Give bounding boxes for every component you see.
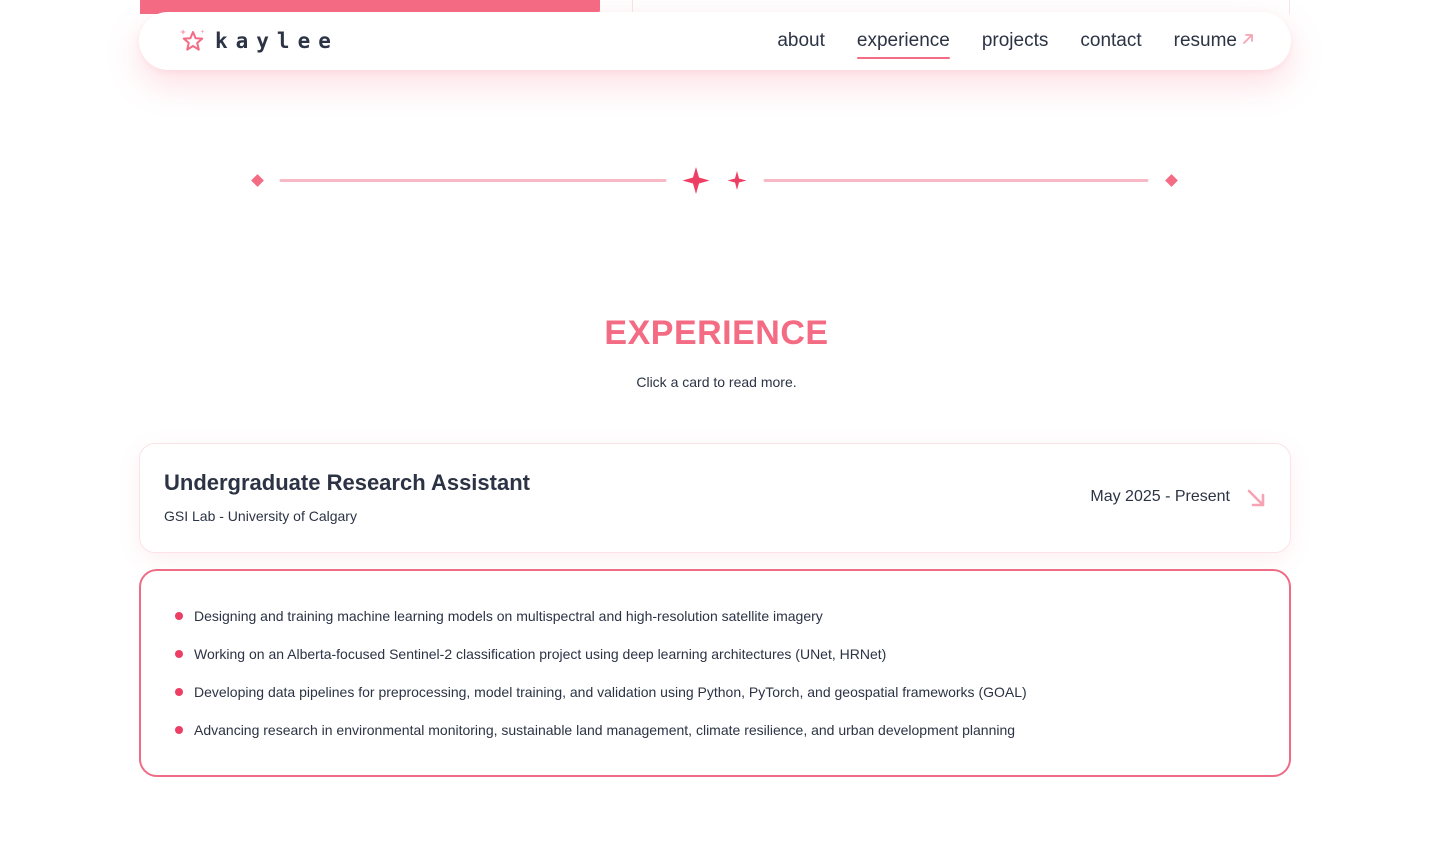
nav-link-about[interactable]: about	[777, 30, 825, 52]
list-item: Working on an Alberta-focused Sentinel-2…	[175, 643, 1289, 681]
nav-link-label: experience	[856, 30, 950, 51]
nav-link-resume[interactable]: resume	[1174, 30, 1255, 52]
nav-link-contact[interactable]: contact	[1080, 30, 1141, 52]
bullet-dot-icon	[175, 688, 183, 696]
experience-bullets: Designing and training machine learning …	[175, 605, 1289, 757]
experience-title: Undergraduate Research Assistant	[164, 470, 530, 495]
nav-link-label: projects	[981, 30, 1049, 51]
page: kaylee about experience projects contact…	[0, 0, 1433, 858]
list-item: Developing data pipelines for preprocess…	[175, 681, 1289, 719]
nav-link-label: contact	[1080, 30, 1142, 51]
sparkle-icon	[727, 171, 747, 190]
sparkle-divider	[251, 167, 1178, 194]
bullet-text: Advancing research in environmental moni…	[194, 722, 1016, 738]
arrow-down-right-icon	[1247, 489, 1265, 507]
list-item: Designing and training machine learning …	[175, 605, 1289, 643]
list-item: Advancing research in environmental moni…	[175, 719, 1289, 757]
arrow-up-right-icon	[1243, 34, 1253, 44]
nav-link-projects[interactable]: projects	[982, 30, 1049, 52]
section-title: EXPERIENCE	[604, 314, 829, 352]
nav-link-label: resume	[1173, 30, 1237, 51]
bullet-text: Working on an Alberta-focused Sentinel-2…	[194, 646, 887, 662]
section-subtitle: Click a card to read more.	[636, 374, 797, 390]
flower-star-icon	[180, 29, 205, 51]
divider-diamond-left	[251, 174, 264, 187]
navbar: kaylee about experience projects contact…	[139, 12, 1291, 70]
bullet-text: Designing and training machine learning …	[194, 608, 823, 624]
nav-link-experience[interactable]: experience	[856, 30, 950, 59]
bullet-dot-icon	[175, 650, 183, 658]
sparkle-icon	[682, 167, 710, 194]
bullet-dot-icon	[175, 612, 183, 620]
brand-link[interactable]: kaylee	[177, 26, 339, 56]
bullet-dot-icon	[175, 726, 183, 734]
bullet-text: Developing data pipelines for preprocess…	[194, 684, 1027, 700]
nav-links: about experience projects contact resume	[777, 30, 1255, 59]
divider-diamond-right	[1165, 174, 1178, 187]
experience-card[interactable]: Undergraduate Research Assistant GSI Lab…	[139, 443, 1291, 553]
experience-organization: GSI Lab - University of Calgary	[164, 508, 357, 524]
experience-details: Designing and training machine learning …	[139, 569, 1291, 777]
nav-link-label: about	[777, 30, 825, 51]
brand-name: kaylee	[215, 29, 339, 53]
experience-dates: May 2025 - Present	[1090, 488, 1230, 505]
